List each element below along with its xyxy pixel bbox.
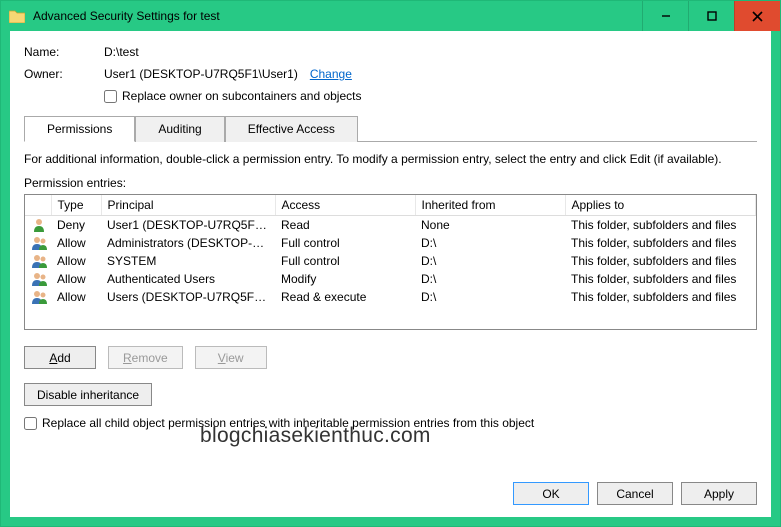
cell-type: Allow — [51, 234, 101, 252]
principal-icon — [25, 216, 51, 235]
cell-access: Full control — [275, 234, 415, 252]
table-row[interactable]: AllowAuthenticated UsersModifyD:\This fo… — [25, 270, 756, 288]
cell-inherited: D:\ — [415, 252, 565, 270]
cell-applies: This folder, subfolders and files — [565, 270, 756, 288]
principal-icon — [25, 270, 51, 288]
window: Advanced Security Settings for test Name… — [0, 0, 781, 527]
grid-header-row: Type Principal Access Inherited from App… — [25, 195, 756, 216]
table-row[interactable]: DenyUser1 (DESKTOP-U7RQ5F1\Us...ReadNone… — [25, 216, 756, 235]
name-label: Name: — [24, 45, 104, 59]
principal-icon — [25, 288, 51, 306]
col-type-header[interactable]: Type — [51, 195, 101, 216]
folder-icon — [9, 9, 25, 23]
view-button: View — [195, 346, 267, 369]
cell-access: Read — [275, 216, 415, 235]
ok-button[interactable]: OK — [513, 482, 589, 505]
tab-permissions[interactable]: Permissions — [24, 116, 135, 142]
table-row[interactable]: AllowUsers (DESKTOP-U7RQ5F1\Us...Read & … — [25, 288, 756, 306]
table-row[interactable]: AllowAdministrators (DESKTOP-U7...Full c… — [25, 234, 756, 252]
col-access-header[interactable]: Access — [275, 195, 415, 216]
cell-applies: This folder, subfolders and files — [565, 234, 756, 252]
cell-type: Allow — [51, 288, 101, 306]
close-button[interactable] — [734, 1, 780, 31]
window-controls — [642, 1, 780, 31]
cell-access: Modify — [275, 270, 415, 288]
cell-type: Allow — [51, 252, 101, 270]
window-title: Advanced Security Settings for test — [33, 9, 642, 23]
apply-button[interactable]: Apply — [681, 482, 757, 505]
cell-type: Deny — [51, 216, 101, 235]
tab-auditing[interactable]: Auditing — [135, 116, 224, 142]
cell-principal: Authenticated Users — [101, 270, 275, 288]
cell-principal: Administrators (DESKTOP-U7... — [101, 234, 275, 252]
cell-principal: User1 (DESKTOP-U7RQ5F1\Us... — [101, 216, 275, 235]
table-row[interactable]: AllowSYSTEMFull controlD:\This folder, s… — [25, 252, 756, 270]
col-applies-header[interactable]: Applies to — [565, 195, 756, 216]
cell-inherited: D:\ — [415, 288, 565, 306]
col-icon-header[interactable] — [25, 195, 51, 216]
maximize-button[interactable] — [688, 1, 734, 31]
principal-icon — [25, 252, 51, 270]
col-inherited-header[interactable]: Inherited from — [415, 195, 565, 216]
replace-owner-label: Replace owner on subcontainers and objec… — [122, 89, 361, 103]
cancel-button[interactable]: Cancel — [597, 482, 673, 505]
tab-strip: Permissions Auditing Effective Access — [24, 116, 757, 142]
owner-value: User1 (DESKTOP-U7RQ5F1\User1) — [104, 67, 298, 81]
name-value: D:\test — [104, 45, 139, 59]
cell-applies: This folder, subfolders and files — [565, 216, 756, 235]
cell-access: Read & execute — [275, 288, 415, 306]
cell-principal: SYSTEM — [101, 252, 275, 270]
replace-child-label: Replace all child object permission entr… — [42, 416, 534, 430]
permission-entries-grid[interactable]: Type Principal Access Inherited from App… — [24, 194, 757, 330]
description-text: For additional information, double-click… — [24, 152, 757, 166]
dialog-footer: OK Cancel Apply — [10, 472, 771, 517]
cell-applies: This folder, subfolders and files — [565, 288, 756, 306]
permission-entries-label: Permission entries: — [24, 176, 757, 190]
cell-inherited: None — [415, 216, 565, 235]
cell-principal: Users (DESKTOP-U7RQ5F1\Us... — [101, 288, 275, 306]
titlebar[interactable]: Advanced Security Settings for test — [1, 1, 780, 31]
tab-effective-access[interactable]: Effective Access — [225, 116, 358, 142]
replace-owner-checkbox[interactable] — [104, 90, 117, 103]
cell-inherited: D:\ — [415, 270, 565, 288]
principal-icon — [25, 234, 51, 252]
disable-inheritance-button[interactable]: Disable inheritance — [24, 383, 152, 406]
col-principal-header[interactable]: Principal — [101, 195, 275, 216]
owner-label: Owner: — [24, 67, 104, 81]
replace-child-checkbox[interactable] — [24, 417, 37, 430]
minimize-button[interactable] — [642, 1, 688, 31]
cell-access: Full control — [275, 252, 415, 270]
client-area: Name: D:\test Owner: User1 (DESKTOP-U7RQ… — [1, 31, 780, 526]
tab-panel-permissions: For additional information, double-click… — [24, 141, 757, 464]
cell-inherited: D:\ — [415, 234, 565, 252]
add-button[interactable]: Add — [24, 346, 96, 369]
change-owner-link[interactable]: Change — [310, 67, 352, 81]
cell-applies: This folder, subfolders and files — [565, 252, 756, 270]
remove-button: Remove — [108, 346, 183, 369]
cell-type: Allow — [51, 270, 101, 288]
